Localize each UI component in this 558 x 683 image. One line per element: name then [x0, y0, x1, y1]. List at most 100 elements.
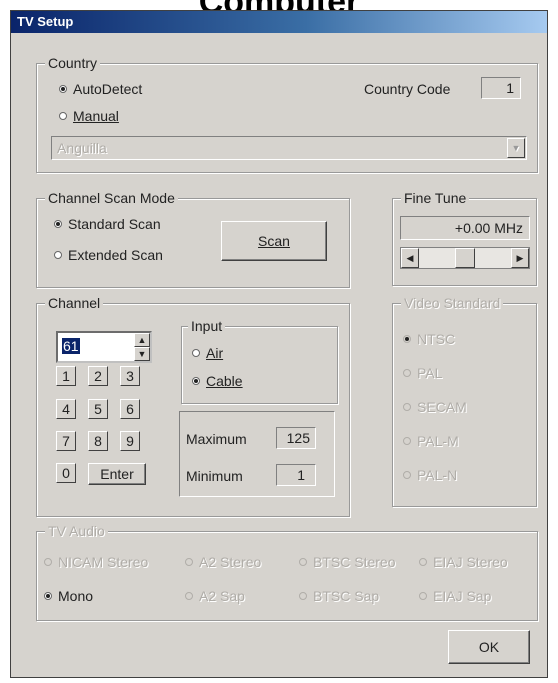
radio-indicator	[403, 335, 411, 343]
cable-radio[interactable]: Cable	[192, 373, 243, 389]
input-group-label: Input	[188, 318, 226, 334]
fine-tune-value: +0.00 MHz	[400, 216, 530, 240]
air-radio[interactable]: Air	[192, 345, 223, 361]
channel-spin-input[interactable]: 61 ▲ ▼	[56, 331, 152, 363]
tv-audio-label: TV Audio	[45, 523, 108, 539]
spin-up-icon[interactable]: ▲	[134, 333, 150, 347]
maximum-label: Maximum	[186, 431, 247, 447]
tv-audio-radio-a2-stereo[interactable]: A2 Stereo	[185, 554, 261, 570]
keypad-key-5[interactable]: 5	[88, 399, 108, 419]
keypad-key-9[interactable]: 9	[120, 431, 140, 451]
fine-tune-label: Fine Tune	[401, 190, 470, 206]
tv-audio-radio-nicam-stereo[interactable]: NICAM Stereo	[44, 554, 148, 570]
keypad-key-6[interactable]: 6	[120, 399, 140, 419]
radio-indicator	[419, 558, 427, 566]
air-label: Air	[206, 345, 224, 361]
radio-indicator	[403, 369, 411, 377]
tv-audio-radio-eiaj-sap[interactable]: EIAJ Sap	[419, 588, 491, 604]
mono-radio[interactable]: Mono	[44, 588, 93, 604]
radio-indicator	[403, 437, 411, 445]
scan-button[interactable]: Scan	[221, 221, 327, 261]
minimum-value: 1	[276, 464, 316, 486]
radio-indicator	[299, 558, 307, 566]
slider-thumb[interactable]	[455, 248, 475, 268]
manual-label: Manual	[73, 108, 119, 124]
video-standard-radio-ntsc[interactable]: NTSC	[403, 331, 455, 347]
autodetect-radio[interactable]: AutoDetect	[59, 81, 142, 97]
keypad-key-0[interactable]: 0	[56, 463, 76, 483]
video-standard-radio-pal-n[interactable]: PAL-N	[403, 467, 457, 483]
channel-scan-mode-label: Channel Scan Mode	[45, 190, 178, 206]
standard-scan-label: Standard Scan	[68, 216, 161, 232]
tv-audio-radio-eiaj-stereo[interactable]: EIAJ Stereo	[419, 554, 508, 570]
tv-audio-group: TV Audio	[36, 523, 538, 621]
fine-tune-group: Fine Tune	[392, 190, 537, 286]
video-standard-option-label: PAL-N	[417, 467, 458, 483]
video-standard-option-label: SECAM	[417, 399, 467, 415]
standard-scan-radio[interactable]: Standard Scan	[54, 216, 161, 232]
keypad-key-3[interactable]: 3	[120, 366, 140, 386]
keypad-key-7[interactable]: 7	[56, 431, 76, 451]
tv-audio-option-label: NICAM Stereo	[58, 554, 149, 570]
radio-indicator	[299, 592, 307, 600]
radio-selected-indicator	[44, 592, 52, 600]
keypad-key-1[interactable]: 1	[56, 366, 76, 386]
manual-radio[interactable]: Manual	[59, 108, 119, 124]
video-standard-option-label: PAL-M	[417, 433, 459, 449]
enter-button[interactable]: Enter	[88, 463, 146, 485]
video-standard-radio-pal-m[interactable]: PAL-M	[403, 433, 459, 449]
slider-right-arrow-icon[interactable]: ▶	[511, 248, 529, 268]
extended-scan-label: Extended Scan	[68, 247, 163, 263]
radio-indicator	[59, 112, 67, 120]
tv-audio-radio-a2-sap[interactable]: A2 Sap	[185, 588, 245, 604]
video-standard-option-label: NTSC	[417, 331, 456, 347]
maximum-value: 125	[276, 427, 316, 449]
extended-scan-radio[interactable]: Extended Scan	[54, 247, 163, 263]
keypad-key-8[interactable]: 8	[88, 431, 108, 451]
title-bar[interactable]: TV Setup	[11, 11, 547, 33]
radio-indicator	[419, 592, 427, 600]
tv-audio-radio-btsc-sap[interactable]: BTSC Sap	[299, 588, 379, 604]
radio-indicator	[44, 558, 52, 566]
cable-label: Cable	[206, 373, 243, 389]
video-standard-label: Video Standard	[401, 295, 504, 311]
chevron-down-icon[interactable]: ▼	[507, 138, 525, 158]
ok-button[interactable]: OK	[448, 630, 530, 664]
fine-tune-slider[interactable]: ◀ ▶	[400, 247, 530, 269]
keypad-key-2[interactable]: 2	[88, 366, 108, 386]
minimum-label: Minimum	[186, 468, 243, 484]
tv-audio-option-label: BTSC Sap	[313, 588, 380, 604]
keypad-key-4[interactable]: 4	[56, 399, 76, 419]
tv-audio-option-label: A2 Stereo	[199, 554, 262, 570]
radio-selected-indicator	[54, 220, 62, 228]
radio-indicator	[403, 403, 411, 411]
radio-selected-indicator	[192, 377, 200, 385]
country-select-value: Anguilla	[57, 140, 107, 156]
country-code-label: Country Code	[364, 81, 451, 97]
video-standard-radio-secam[interactable]: SECAM	[403, 399, 467, 415]
input-group: Input	[181, 318, 338, 404]
video-standard-option-label: PAL	[417, 365, 443, 381]
radio-indicator	[185, 558, 193, 566]
slider-left-arrow-icon[interactable]: ◀	[401, 248, 419, 268]
radio-indicator	[185, 592, 193, 600]
radio-indicator	[403, 471, 411, 479]
country-code-value: 1	[481, 77, 521, 99]
mono-label: Mono	[58, 588, 94, 604]
tv-audio-option-label: EIAJ Stereo	[433, 554, 508, 570]
country-group-label: Country	[45, 55, 101, 71]
video-standard-radio-pal[interactable]: PAL	[403, 365, 442, 381]
country-select[interactable]: Anguilla ▼	[51, 136, 527, 160]
autodetect-label: AutoDetect	[73, 81, 143, 97]
radio-selected-indicator	[59, 85, 67, 93]
channel-group-label: Channel	[45, 295, 104, 311]
radio-indicator	[54, 251, 62, 259]
radio-indicator	[192, 349, 200, 357]
tv-audio-option-label: A2 Sap	[199, 588, 245, 604]
channel-value: 61	[62, 338, 80, 354]
tv-audio-option-label: EIAJ Sap	[433, 588, 492, 604]
spin-down-icon[interactable]: ▼	[134, 347, 150, 361]
tv-setup-dialog: TV Setup Country AutoDetect Manual Count…	[10, 10, 548, 678]
tv-audio-radio-btsc-stereo[interactable]: BTSC Stereo	[299, 554, 395, 570]
window-title: TV Setup	[17, 14, 74, 29]
